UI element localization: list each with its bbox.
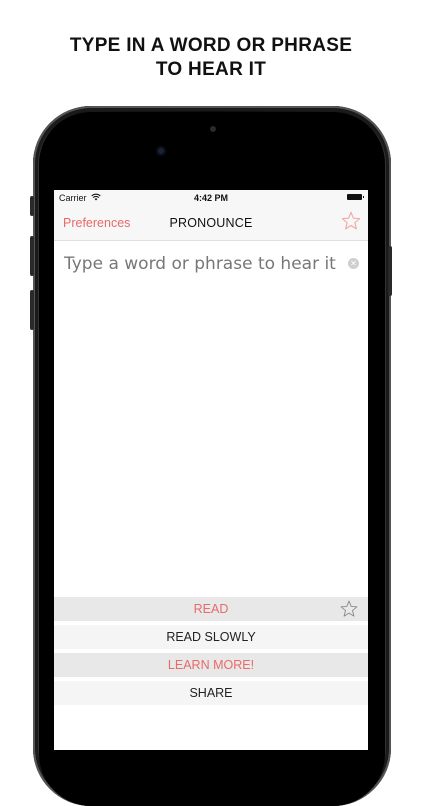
- page-title: PRONOUNCE: [169, 216, 253, 230]
- star-outline-icon[interactable]: [339, 599, 359, 619]
- clear-icon[interactable]: ✕: [348, 258, 359, 269]
- status-bar: Carrier 4:42 PM: [54, 190, 368, 206]
- status-time: 4:42 PM: [193, 193, 228, 203]
- power-button: [388, 246, 392, 296]
- battery-icon: [347, 194, 364, 200]
- app-screen: Carrier 4:42 PM Preferences PRONOUNCE ✕ …: [54, 190, 368, 750]
- action-list: READ READ SLOWLY LEARN MORE! SHARE: [54, 597, 368, 709]
- read-slowly-label: READ SLOWLY: [166, 630, 256, 644]
- learn-more-label: LEARN MORE!: [167, 658, 255, 672]
- share-label: SHARE: [189, 686, 233, 700]
- front-camera: [156, 146, 166, 156]
- caption-line-1: TYPE IN A WORD OR PHRASE: [69, 35, 353, 56]
- input-area: ✕: [54, 241, 368, 286]
- share-button[interactable]: SHARE: [54, 681, 368, 705]
- volume-up-button: [30, 236, 34, 276]
- learn-more-button[interactable]: LEARN MORE!: [54, 653, 368, 677]
- favorite-star-icon[interactable]: [340, 210, 362, 232]
- read-button[interactable]: READ: [54, 597, 368, 621]
- caption-line-2: TO HEAR IT: [155, 59, 267, 80]
- phrase-input[interactable]: [64, 252, 344, 276]
- mute-switch: [30, 196, 34, 216]
- read-label: READ: [193, 602, 229, 616]
- navigation-bar: Preferences PRONOUNCE: [54, 206, 368, 241]
- earpiece-speaker: [210, 126, 216, 132]
- promo-caption: TYPE IN A WORD OR PHRASE TO HEAR IT: [0, 34, 422, 82]
- volume-down-button: [30, 290, 34, 330]
- read-slowly-button[interactable]: READ SLOWLY: [54, 625, 368, 649]
